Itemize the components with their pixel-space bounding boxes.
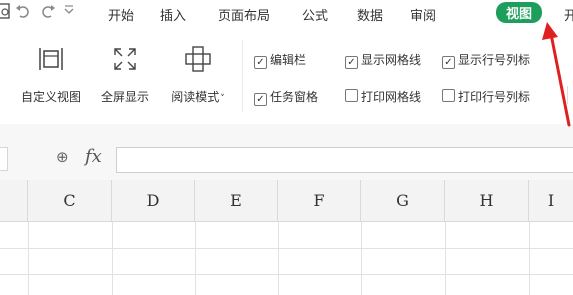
annotation-arrow-icon — [542, 22, 571, 127]
